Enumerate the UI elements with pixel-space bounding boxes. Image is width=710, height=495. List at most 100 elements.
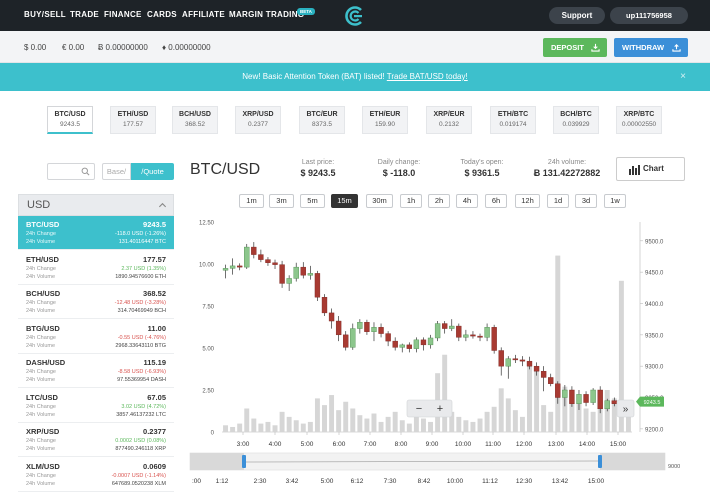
timeframe-button-3d[interactable]: 3d bbox=[575, 194, 597, 208]
x-tick-label: 9:00 bbox=[426, 441, 439, 448]
price-tick-label: 9500.0 bbox=[645, 239, 664, 245]
pair-tile[interactable]: BTC/USD 9243.5 bbox=[47, 106, 93, 134]
pair-tile[interactable]: BTC/EUR 8373.5 bbox=[299, 106, 345, 134]
pair-tile[interactable]: XRP/BTC 0.00002550 bbox=[616, 106, 662, 134]
market-row[interactable]: XRP/USD 0.2377 24h Change 0.0002 USD (0.08%… bbox=[18, 423, 174, 457]
volume-bar bbox=[286, 416, 292, 432]
volume-bar bbox=[583, 408, 589, 432]
zoom-out-button[interactable]: − bbox=[416, 403, 422, 415]
market-row[interactable]: LTC/USD 67.05 24h Change 3.02 USD (4.72%) 24… bbox=[18, 389, 174, 423]
pair-tile-price: 0.2377 bbox=[248, 121, 268, 128]
navigator-handle-left bbox=[242, 455, 246, 468]
market-row-change: 0.0002 USD (0.08%) bbox=[115, 438, 166, 444]
nav-cards[interactable]: CARDS bbox=[147, 10, 177, 19]
volume-value: Ƀ 131.42272882 bbox=[533, 168, 601, 178]
x-tick-label: 14:00 bbox=[579, 441, 596, 448]
candle bbox=[597, 389, 603, 410]
navigator-tick-label: 12:30 bbox=[516, 478, 533, 485]
pair-tile[interactable]: ETH/BTC 0.019174 bbox=[490, 106, 536, 134]
volume-tick-label: 10.00 bbox=[199, 263, 215, 269]
search-input[interactable] bbox=[47, 163, 95, 180]
timeframe-button-5m[interactable]: 5m bbox=[300, 194, 325, 208]
chart-button-label: Chart bbox=[643, 164, 664, 173]
market-row[interactable]: XLM/USD 0.0609 24h Change -0.0007 USD (-1.1… bbox=[18, 458, 174, 492]
deposit-button[interactable]: DEPOSIT bbox=[543, 38, 607, 57]
pair-tile[interactable]: ETH/USD 177.57 bbox=[110, 106, 156, 134]
volume-bar bbox=[597, 405, 603, 432]
volume-bar bbox=[399, 420, 405, 432]
market-row-pair: BCH/USD bbox=[26, 289, 61, 298]
pair-tile[interactable]: BCH/USD 368.52 bbox=[172, 106, 218, 134]
timeframe-button-1d[interactable]: 1d bbox=[547, 194, 569, 208]
nav-trade[interactable]: TRADE bbox=[70, 10, 99, 19]
candle bbox=[562, 389, 568, 398]
change-label: 24h Change bbox=[26, 334, 56, 341]
candle bbox=[590, 389, 596, 403]
forward-icon: » bbox=[623, 404, 629, 415]
x-tick-label: 5:00 bbox=[301, 441, 314, 448]
market-row-pair: BTG/USD bbox=[26, 323, 60, 333]
pair-tile[interactable]: XRP/EUR 0.2132 bbox=[426, 106, 472, 134]
change-label: 24h Change bbox=[26, 472, 56, 479]
withdraw-button[interactable]: WITHDRAW bbox=[614, 38, 688, 57]
timeframe-button-4h[interactable]: 4h bbox=[456, 194, 478, 208]
timeframe-button-1w[interactable]: 1w bbox=[604, 194, 626, 208]
market-row[interactable]: BTC/USD 9243.5 24h Change -118.0 USD (-1.26… bbox=[18, 216, 174, 250]
volume-tick-label: 5.00 bbox=[202, 347, 214, 353]
candle bbox=[307, 273, 314, 276]
market-row[interactable]: BCH/USD 368.52 24h Change -12.48 USD (-3.28… bbox=[18, 285, 174, 319]
timeframe-button-2h[interactable]: 2h bbox=[428, 194, 450, 208]
close-icon[interactable]: × bbox=[680, 63, 686, 91]
volume-bar bbox=[527, 364, 532, 432]
timeframe-button-15m[interactable]: 15m bbox=[331, 194, 358, 208]
pair-tile-price: 368.52 bbox=[185, 121, 205, 128]
pair-tile[interactable]: XRP/USD 0.2377 bbox=[235, 106, 281, 134]
chart-button[interactable]: Chart bbox=[616, 157, 685, 181]
volume-bar bbox=[357, 415, 363, 432]
candle bbox=[491, 327, 497, 351]
zoom-in-button[interactable]: + bbox=[437, 403, 443, 415]
volume-label: 24h volume: bbox=[547, 159, 587, 166]
market-row-pair: LTC/USD bbox=[26, 392, 58, 402]
market-row-volume: 97.55369954 DASH bbox=[117, 377, 166, 383]
timeframe-button-1m[interactable]: 1m bbox=[239, 194, 264, 208]
candle bbox=[505, 358, 511, 367]
logo-icon[interactable] bbox=[344, 5, 366, 27]
market-row-pair: XLM/USD bbox=[26, 461, 60, 471]
announcement-link[interactable]: Trade BAT/USD today! bbox=[387, 72, 468, 81]
pair-tile[interactable]: ETH/EUR 159.90 bbox=[362, 106, 408, 134]
timeframe-button-1h[interactable]: 1h bbox=[400, 194, 422, 208]
support-button[interactable]: Support bbox=[549, 7, 605, 24]
timeframe-button-3m[interactable]: 3m bbox=[269, 194, 294, 208]
nav-margin-trading[interactable]: MARGIN TRADING bbox=[229, 10, 304, 19]
nav-buy-sell[interactable]: BUY/SELL bbox=[24, 10, 66, 19]
timeframe-button-6h[interactable]: 6h bbox=[485, 194, 507, 208]
quote-toggle[interactable]: /Quote bbox=[131, 163, 174, 180]
market-row[interactable]: ETH/USD 177.57 24h Change 2.37 USD (1.35%) 2… bbox=[18, 251, 174, 285]
market-list-header[interactable]: USD bbox=[18, 194, 174, 216]
pair-tile[interactable]: BCH/BTC 0.039929 bbox=[553, 106, 599, 134]
candle bbox=[611, 400, 618, 404]
market-row[interactable]: DASH/USD 115.19 24h Change -8.58 USD (-6.93… bbox=[18, 354, 174, 388]
candle bbox=[569, 389, 575, 404]
candle bbox=[484, 327, 490, 338]
volume-label: 24h Volume bbox=[26, 411, 56, 418]
volume-bar bbox=[555, 255, 561, 432]
nav-affiliate[interactable]: AFFILIATE bbox=[182, 10, 225, 19]
pair-tile-name: BTC/USD bbox=[54, 111, 86, 118]
account-button[interactable]: up111756958 bbox=[610, 7, 688, 24]
candle bbox=[343, 334, 349, 348]
base-toggle[interactable]: Base/ bbox=[102, 163, 131, 180]
nav-finance[interactable]: FINANCE bbox=[104, 10, 142, 19]
market-row[interactable]: BTG/USD 11.00 24h Change -0.55 USD (-4.76%)… bbox=[18, 320, 174, 354]
candle bbox=[229, 265, 236, 269]
change-label: 24h Change bbox=[26, 438, 56, 444]
volume-tick-label: 0 bbox=[211, 431, 215, 437]
candle bbox=[244, 246, 250, 268]
volume-label: 24h Volume bbox=[26, 342, 56, 349]
timeframe-button-12h[interactable]: 12h bbox=[515, 194, 540, 208]
timeframe-button-30m[interactable]: 30m bbox=[366, 194, 393, 208]
volume-label: 24h Volume bbox=[26, 446, 56, 452]
last-price-marker bbox=[636, 396, 664, 407]
x-tick-label: 10:00 bbox=[455, 441, 472, 448]
